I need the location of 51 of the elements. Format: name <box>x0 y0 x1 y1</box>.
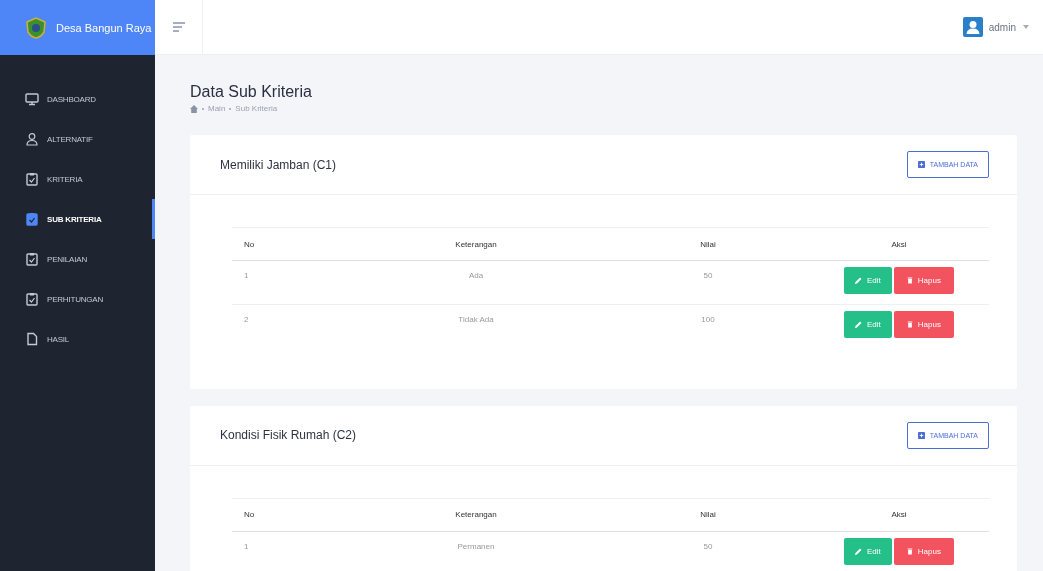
sidebar-item[interactable]: PERHITUNGAN <box>0 279 155 319</box>
table-cell: 1 <box>232 531 345 571</box>
sidebar-item[interactable]: HASIL <box>0 319 155 359</box>
sidebar-item[interactable]: SUB KRITERIA <box>0 199 155 239</box>
clipboard-icon <box>25 292 39 306</box>
shield-logo-icon <box>25 16 47 39</box>
caret-icon[interactable] <box>1023 25 1029 29</box>
column-header: Keterangan <box>345 227 607 261</box>
pencil-icon <box>855 547 863 555</box>
column-header: Aksi <box>809 227 989 261</box>
user-menu[interactable]: admin <box>988 21 1016 33</box>
trash-icon <box>906 277 913 284</box>
clipboard-icon <box>25 252 39 266</box>
table-cell: Permanen <box>345 531 607 571</box>
column-header: Aksi <box>809 498 989 531</box>
avatar-icon <box>962 17 983 37</box>
column-header: Nilai <box>607 227 809 261</box>
card-title: Kondisi Fisik Rumah (C2) <box>220 428 357 442</box>
column-header: Keterangan <box>345 498 607 531</box>
plus-square-icon <box>917 161 925 168</box>
user-icon <box>25 132 39 146</box>
page-title: Data Sub Kriteria <box>190 83 313 101</box>
clipboard-icon <box>25 172 39 186</box>
table-cell: 2 <box>232 304 345 349</box>
table-cell: 1 <box>232 260 345 305</box>
brand-name: Desa Bangun Raya <box>56 21 152 34</box>
monitor-icon <box>25 92 39 106</box>
table-cell: 100 <box>607 304 809 349</box>
trash-icon <box>906 321 913 328</box>
trash-icon <box>906 547 913 555</box>
table-cell: Tidak Ada <box>345 304 607 349</box>
delete-button[interactable]: Hapus <box>893 267 954 294</box>
delete-button[interactable]: Hapus <box>893 537 954 565</box>
card-title: Memiliki Jamban (C1) <box>220 157 337 172</box>
column-header: Nilai <box>607 498 809 531</box>
sidebar-item[interactable]: DASHBOARD <box>0 79 155 119</box>
pencil-icon <box>855 321 863 328</box>
delete-button[interactable]: Hapus <box>893 311 954 338</box>
table-cell: 50 <box>607 531 809 571</box>
home-icon[interactable] <box>190 104 198 113</box>
column-header: No <box>232 498 345 531</box>
sidebar-item[interactable]: PENILAIAN <box>0 239 155 279</box>
sidebar-item[interactable]: KRITERIA <box>0 159 155 199</box>
table-cell: 50 <box>607 260 809 305</box>
file-icon <box>25 332 39 346</box>
plus-square-icon <box>917 431 925 439</box>
sidebar-item[interactable]: ALTERNATIF <box>0 119 155 159</box>
clipboard-icon <box>25 212 39 226</box>
pencil-icon <box>855 277 863 284</box>
table-cell: Ada <box>345 260 607 305</box>
column-header: No <box>232 227 345 261</box>
